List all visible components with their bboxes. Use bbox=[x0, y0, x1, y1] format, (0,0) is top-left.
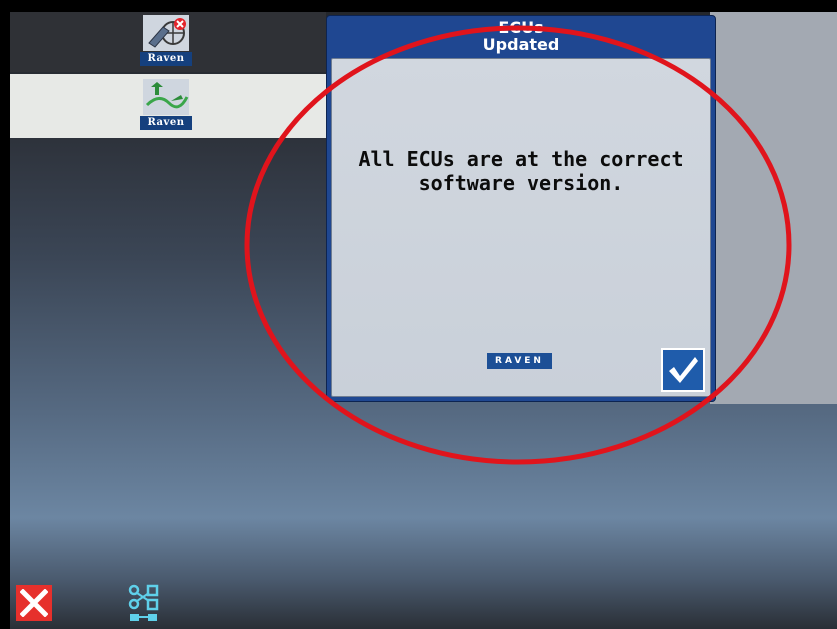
guidance-icon bbox=[140, 78, 192, 116]
dialog-title-line-1: ECUs bbox=[498, 18, 544, 37]
dialog-message: All ECUs are at the correct software ver… bbox=[358, 147, 684, 195]
raven-logo: RAVEN bbox=[487, 353, 552, 369]
app-icon-guidance[interactable]: Raven bbox=[140, 78, 192, 134]
dialog-title-line-2: Updated bbox=[482, 35, 560, 54]
checkmark-icon bbox=[669, 357, 698, 383]
confirm-button[interactable] bbox=[661, 348, 705, 392]
ecus-updated-dialog: ECUs Updated All ECUs are at the correct… bbox=[326, 15, 716, 402]
raven-brand-chip: Raven bbox=[140, 52, 192, 66]
diagnostics-icon bbox=[140, 14, 192, 52]
raven-brand-chip: Raven bbox=[140, 116, 192, 130]
dialog-body: All ECUs are at the correct software ver… bbox=[331, 58, 711, 397]
right-panel bbox=[710, 12, 837, 404]
network-diagram-icon bbox=[128, 584, 159, 621]
app-icon-diagnostics[interactable]: Raven bbox=[140, 14, 192, 70]
close-button[interactable] bbox=[16, 585, 52, 621]
display-screen: Raven Raven ECUs Updated All ECUs are at… bbox=[10, 12, 837, 629]
dialog-title: ECUs Updated bbox=[327, 16, 715, 58]
network-button[interactable] bbox=[128, 584, 160, 622]
close-icon bbox=[20, 589, 48, 617]
